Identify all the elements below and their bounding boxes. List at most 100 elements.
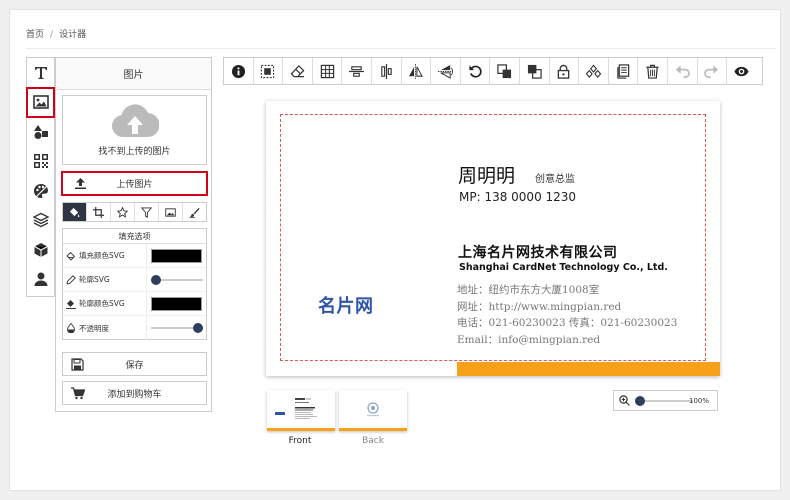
opacity-slider-knob[interactable] bbox=[193, 323, 203, 333]
rail-text-button[interactable] bbox=[27, 58, 54, 88]
outline-slider-knob[interactable] bbox=[151, 274, 161, 285]
group-button[interactable] bbox=[579, 58, 609, 84]
rail-background-button[interactable] bbox=[27, 176, 54, 206]
crop-icon bbox=[93, 206, 104, 218]
undo-button[interactable] bbox=[668, 58, 698, 84]
rail-image-button[interactable] bbox=[26, 86, 55, 118]
redo-button[interactable] bbox=[698, 58, 728, 84]
fill-color-swatch[interactable] bbox=[151, 248, 202, 263]
eraser-button[interactable] bbox=[283, 58, 313, 84]
card-phone-text[interactable]: MP: 138 0000 1230 bbox=[459, 190, 576, 204]
duplicate-button[interactable] bbox=[609, 58, 639, 84]
back-thumbnail[interactable] bbox=[339, 390, 407, 431]
fill-options: 填充选项 填充颜色SVG 轮廓SVG 轮廓颜色SVG 不透明度 bbox=[62, 228, 207, 340]
card-company-text[interactable]: 上海名片网技术有限公司 bbox=[458, 242, 618, 262]
fill-color-label: 填充颜色SVG bbox=[79, 251, 125, 260]
tab-fill[interactable] bbox=[63, 203, 87, 221]
select-all-icon bbox=[261, 64, 275, 78]
outline-color-swatch[interactable] bbox=[151, 296, 202, 311]
card-name-text[interactable]: 周明明 bbox=[458, 161, 515, 188]
card-website-text[interactable]: 网址：http://www.mingpian.red bbox=[457, 299, 621, 314]
rail-templates-button[interactable] bbox=[27, 235, 54, 265]
upload-image-button[interactable]: 上传图片 bbox=[61, 171, 208, 196]
rail-qrcode-button[interactable] bbox=[27, 147, 54, 177]
front-thumbnail-accent bbox=[267, 428, 335, 431]
rotate-button[interactable] bbox=[461, 58, 491, 84]
outline-label: 轮廓SVG bbox=[79, 275, 110, 284]
tab-edit[interactable] bbox=[183, 203, 206, 221]
star-icon bbox=[117, 206, 128, 218]
rail-layers-button[interactable] bbox=[27, 206, 54, 236]
undo-icon bbox=[675, 64, 690, 78]
card-company-en-text[interactable]: Shanghai CardNet Technology Co., Ltd. bbox=[459, 262, 668, 273]
front-thumbnail-label[interactable]: Front bbox=[266, 436, 334, 446]
opacity-label: 不透明度 bbox=[79, 323, 109, 333]
zoom-in-icon[interactable] bbox=[619, 395, 630, 406]
card-email-text[interactable]: Email：info@mingpian.red bbox=[457, 332, 600, 347]
outline-color-row: 轮廓颜色SVG bbox=[63, 292, 206, 316]
opacity-label-wrap: 不透明度 bbox=[63, 316, 147, 340]
front-thumbnail[interactable] bbox=[267, 390, 335, 431]
bring-forward-icon bbox=[497, 63, 512, 78]
card-canvas[interactable]: 周明明 创意总监 MP: 138 0000 1230 上海名片网技术有限公司 S… bbox=[266, 101, 720, 376]
card-logo[interactable]: 名片网 bbox=[318, 292, 374, 318]
redo-icon bbox=[704, 64, 719, 78]
group-icon bbox=[585, 64, 601, 78]
card-title-text[interactable]: 创意总监 bbox=[535, 170, 575, 185]
add-to-cart-button[interactable]: 添加到购物车 bbox=[62, 381, 207, 405]
image-tool-tabs bbox=[62, 202, 207, 222]
outline-color-label: 轮廓颜色SVG bbox=[79, 299, 125, 308]
rail-user-button[interactable] bbox=[27, 265, 54, 295]
delete-button[interactable] bbox=[638, 58, 668, 84]
zoom-slider-knob[interactable] bbox=[635, 396, 645, 406]
info-button[interactable] bbox=[224, 58, 254, 84]
outline-color-label-wrap: 轮廓颜色SVG bbox=[63, 292, 147, 315]
align-vertical-button[interactable] bbox=[342, 58, 372, 84]
lock-button[interactable] bbox=[550, 58, 580, 84]
tab-picture[interactable] bbox=[159, 203, 183, 221]
breadcrumb-current: 设计器 bbox=[59, 30, 87, 40]
tab-favorite[interactable] bbox=[111, 203, 135, 221]
save-button[interactable]: 保存 bbox=[62, 352, 207, 376]
zoom-slider-track[interactable] bbox=[639, 400, 693, 402]
preview-button[interactable] bbox=[727, 58, 757, 84]
image-panel: 图片 找不到上传的图片 上传图片 填充选项 填充颜色SVG 轮廓SVG 轮廓颜色… bbox=[55, 57, 212, 412]
send-backward-button[interactable] bbox=[520, 58, 550, 84]
cart-icon bbox=[71, 387, 85, 400]
lock-icon bbox=[558, 64, 570, 79]
back-thumbnail-label[interactable]: Back bbox=[339, 436, 407, 446]
breadcrumb: 首页 / 设计器 bbox=[26, 27, 86, 40]
front-thumbnail-preview bbox=[275, 398, 317, 419]
flip-horizontal-icon bbox=[409, 63, 424, 79]
palette-icon bbox=[33, 183, 48, 198]
zoom-value: 100% bbox=[688, 397, 709, 405]
image-icon bbox=[32, 95, 49, 110]
tab-filter[interactable] bbox=[135, 203, 159, 221]
editor-toolbar bbox=[223, 57, 763, 85]
bring-forward-button[interactable] bbox=[490, 58, 520, 84]
fill-options-header: 填充选项 bbox=[63, 229, 206, 244]
select-all-button[interactable] bbox=[254, 58, 284, 84]
card-tel-text[interactable]: 电话：021-60230023 传真：021-60230023 bbox=[457, 315, 677, 330]
align-horizontal-button[interactable] bbox=[372, 58, 402, 84]
rail-shapes-button[interactable] bbox=[27, 117, 54, 147]
card-address-text[interactable]: 地址：纽约市东方大厦1008室 bbox=[457, 282, 599, 297]
grid-icon bbox=[320, 64, 334, 78]
add-to-cart-label: 添加到购物车 bbox=[107, 389, 162, 400]
opacity-slider[interactable] bbox=[151, 323, 203, 333]
grid-button[interactable] bbox=[313, 58, 343, 84]
card-accent-bar[interactable] bbox=[457, 362, 720, 376]
breadcrumb-home-link[interactable]: 首页 bbox=[26, 30, 44, 40]
tool-rail bbox=[26, 57, 55, 297]
flip-vertical-button[interactable] bbox=[431, 58, 461, 84]
tab-crop[interactable] bbox=[87, 203, 111, 221]
flip-horizontal-button[interactable] bbox=[402, 58, 432, 84]
qrcode-icon bbox=[33, 154, 48, 169]
trash-icon bbox=[646, 64, 659, 79]
breadcrumb-divider bbox=[26, 48, 776, 49]
outline-width-slider[interactable] bbox=[151, 274, 203, 285]
pen-icon bbox=[66, 274, 76, 285]
uploaded-images-area[interactable]: 找不到上传的图片 bbox=[62, 95, 207, 165]
info-icon bbox=[231, 64, 245, 78]
upload-image-label: 上传图片 bbox=[116, 180, 153, 190]
